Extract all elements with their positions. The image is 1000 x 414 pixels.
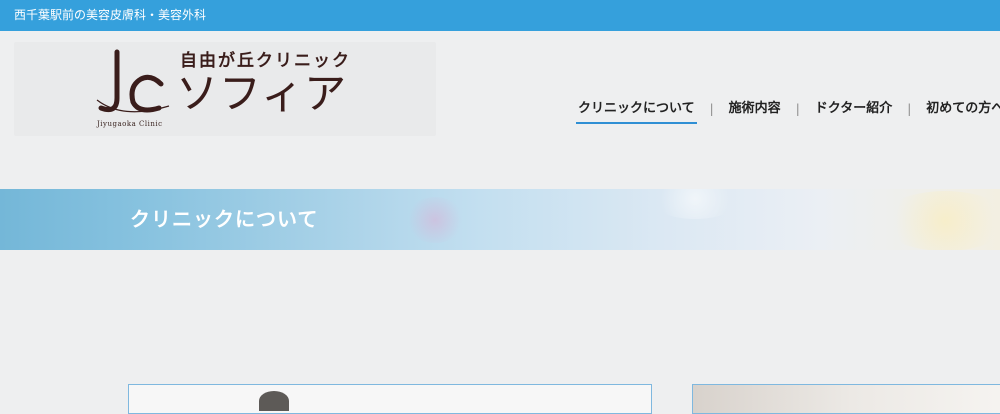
nav-item-treatments[interactable]: 施術内容 bbox=[727, 99, 783, 119]
content-card-left bbox=[128, 384, 652, 414]
content-card-right bbox=[692, 384, 1000, 414]
clinic-tagline: 西千葉駅前の美容皮膚科・美容外科 bbox=[14, 8, 207, 22]
page-title-banner: クリニックについて bbox=[0, 189, 1000, 250]
nav-item-first-visit[interactable]: 初めての方へ bbox=[924, 99, 1000, 119]
clinic-logo[interactable]: Jiyugaoka Clinic 自由が丘クリニック ソフィア bbox=[14, 42, 436, 136]
jc-logo-mark bbox=[96, 49, 170, 113]
page-title: クリニックについて bbox=[130, 207, 319, 231]
logo-clinic-sophia: ソフィア bbox=[176, 69, 348, 118]
nav-separator: | bbox=[795, 102, 800, 116]
nav-separator: | bbox=[907, 102, 912, 116]
nav-separator: | bbox=[709, 102, 714, 116]
logo-english-name: Jiyugaoka Clinic bbox=[97, 120, 163, 128]
logo-clinic-name: 自由が丘クリニック bbox=[180, 51, 351, 71]
nav-item-doctor-intro[interactable]: ドクター紹介 bbox=[813, 99, 894, 119]
nav-item-about-clinic[interactable]: クリニックについて bbox=[576, 99, 697, 124]
banner-decoration bbox=[650, 189, 740, 219]
doctor-photo bbox=[259, 391, 289, 411]
main-navigation: クリニックについて | 施術内容 | ドクター紹介 | 初めての方へ bbox=[576, 99, 1000, 125]
top-bar: 西千葉駅前の美容皮膚科・美容外科 bbox=[0, 0, 1000, 31]
banner-decoration bbox=[405, 197, 465, 243]
banner-decoration bbox=[880, 191, 1000, 250]
